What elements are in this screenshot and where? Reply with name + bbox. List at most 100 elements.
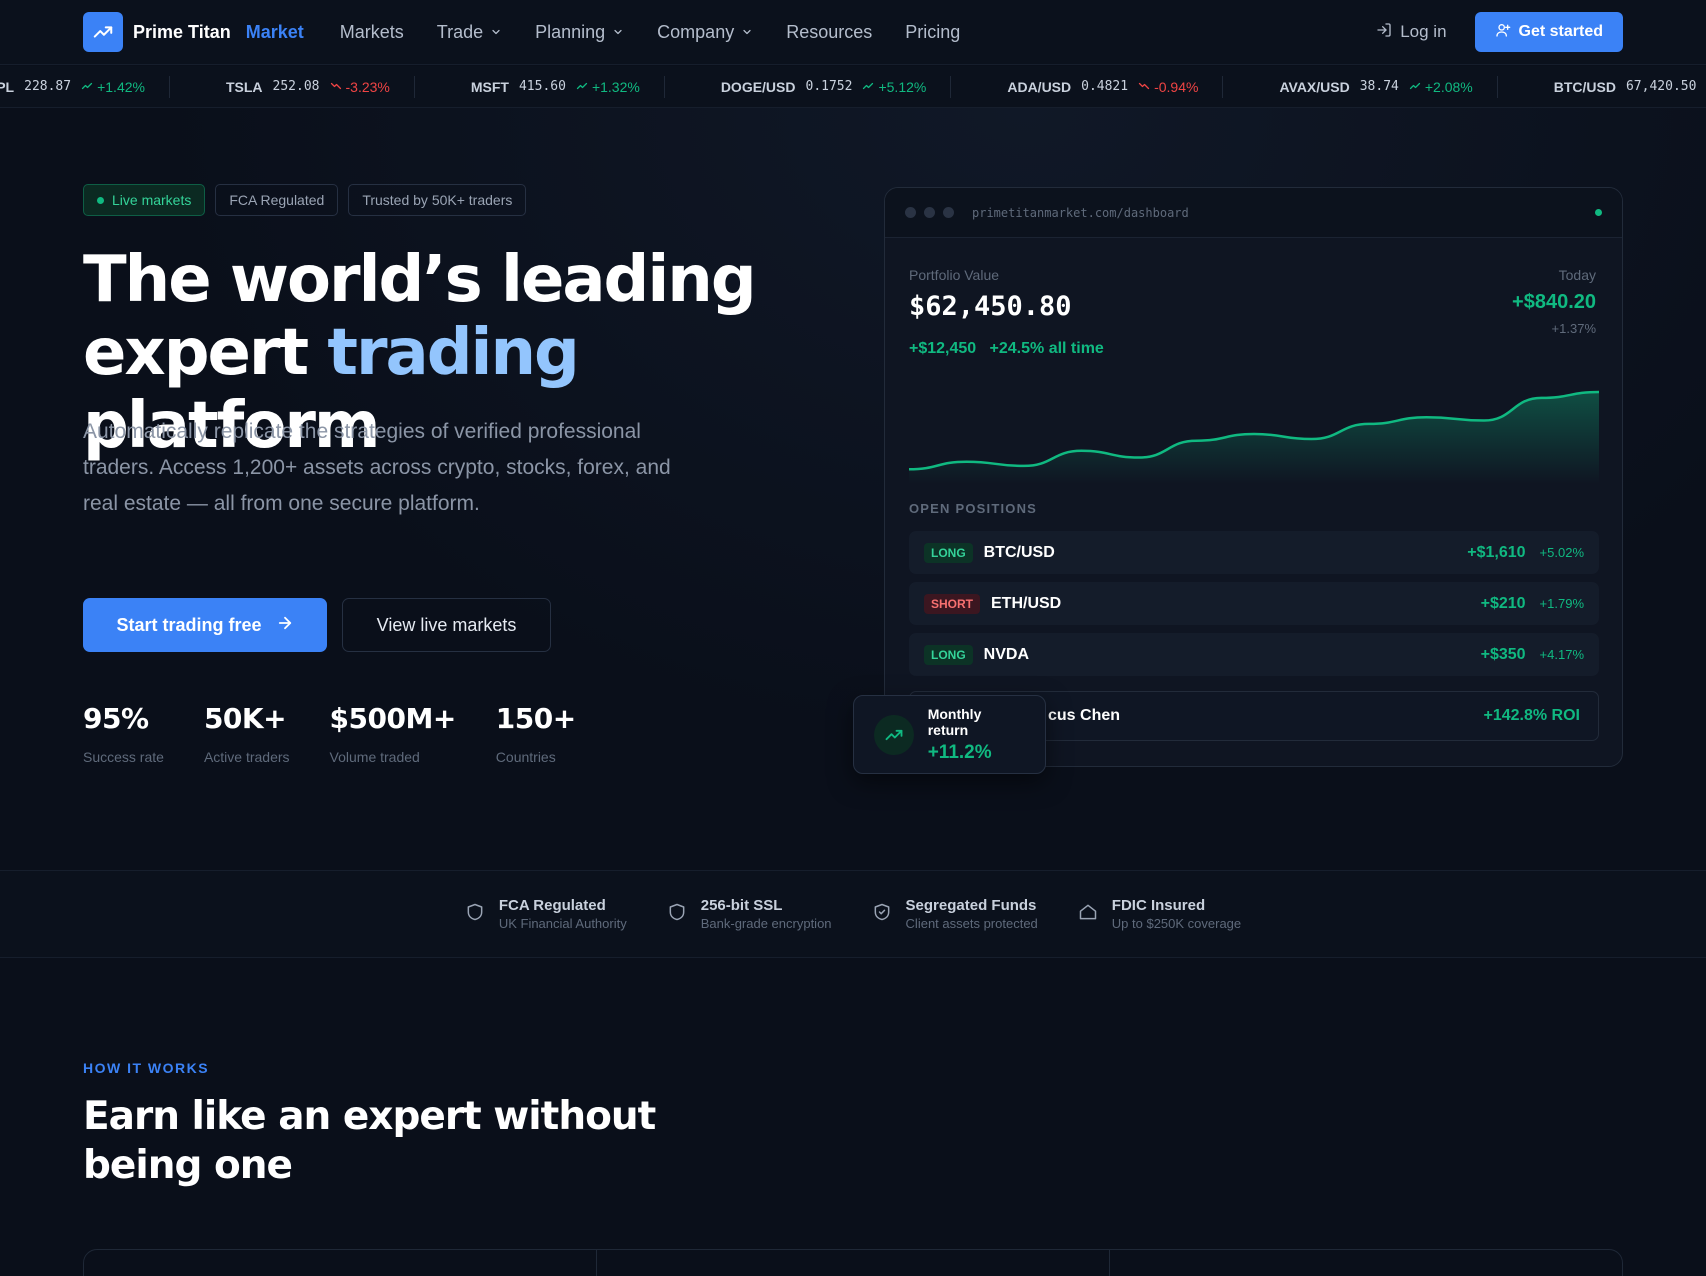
gain-absolute: +$12,450 bbox=[909, 340, 977, 357]
section-title: Earn like an expert without being one bbox=[83, 1094, 656, 1188]
nav-link-label: Pricing bbox=[905, 21, 961, 42]
nav-link-markets[interactable]: Markets bbox=[340, 22, 404, 43]
trusted-badge: Trusted by 50K+ traders bbox=[348, 184, 527, 216]
chevron-down-icon bbox=[741, 22, 753, 43]
nav-link-planning[interactable]: Planning bbox=[535, 22, 624, 43]
stat-value: $500M+ bbox=[329, 702, 457, 735]
ticker-price: 0.4821 bbox=[1081, 79, 1129, 94]
ticker-change: +1.42% bbox=[81, 79, 145, 95]
ticker-symbol: TSLA bbox=[225, 78, 263, 95]
headline-word-trading: trading bbox=[327, 316, 579, 390]
shield-check-icon bbox=[872, 902, 892, 927]
ticker-price: 252.08 bbox=[272, 79, 320, 94]
nav-link-pricing[interactable]: Pricing bbox=[905, 22, 960, 43]
shield-icon bbox=[465, 902, 485, 927]
window-dot bbox=[924, 207, 935, 218]
ticker-price: 0.1752 bbox=[805, 79, 853, 94]
stat-block: 150+ Countries bbox=[496, 702, 576, 765]
live-dot-icon bbox=[97, 196, 104, 204]
steps-grid bbox=[83, 1249, 1623, 1276]
stat-label: Active traders bbox=[203, 749, 290, 765]
headline-word-expert: expert bbox=[83, 316, 309, 390]
stat-block: 50K+ Active traders bbox=[204, 702, 290, 765]
stat-block: $500M+ Volume traded bbox=[329, 702, 457, 765]
ticker-price: 38.74 bbox=[1359, 79, 1399, 94]
ticker-change: +1.32% bbox=[576, 79, 640, 95]
hero-badges: Live markets FCA Regulated Trusted by 50… bbox=[83, 184, 527, 216]
trader-name: cus Chen bbox=[1048, 707, 1121, 724]
trend-up-icon bbox=[83, 12, 123, 52]
position-side-badge: LONG bbox=[924, 542, 973, 563]
position-percent: +5.02% bbox=[1539, 545, 1584, 560]
shield-icon bbox=[667, 902, 687, 927]
ticker-item[interactable]: AAPL 228.87 +1.42% bbox=[0, 75, 170, 98]
nav-actions: Log in Get started bbox=[1376, 12, 1623, 52]
monthly-return-card: Monthly return +11.2% bbox=[853, 695, 1046, 774]
top-nav: Prime Titan Market Markets Trade Planning C… bbox=[0, 0, 1706, 65]
brand-logo[interactable]: Prime Titan Market bbox=[83, 12, 304, 52]
nav-links: Markets Trade Planning Company Resources Pric… bbox=[340, 22, 961, 43]
trust-title: Segregated Funds bbox=[905, 897, 1037, 914]
landing-page: Prime Titan Market Markets Trade Planning C… bbox=[0, 0, 1706, 1276]
headline-line-1: The world’s leading bbox=[83, 243, 757, 317]
nav-link-label: Resources bbox=[786, 21, 873, 42]
portfolio-gain: +$12,450 +24.5% all time bbox=[909, 340, 1104, 358]
position-symbol: ETH/USD bbox=[991, 594, 1062, 612]
position-pnl: +$210 bbox=[1480, 594, 1526, 612]
login-link[interactable]: Log in bbox=[1376, 22, 1447, 43]
ticker-change: -0.94% bbox=[1138, 79, 1198, 95]
trend-up-icon bbox=[1409, 79, 1421, 95]
ticker-change-value: +2.08% bbox=[1424, 78, 1473, 95]
ticker-change-value: +1.42% bbox=[97, 78, 145, 95]
position-pnl: +$350 bbox=[1480, 645, 1526, 663]
nav-link-resources[interactable]: Resources bbox=[786, 22, 872, 43]
position-percent: +1.79% bbox=[1539, 596, 1584, 611]
monthly-return-label: Monthly return bbox=[927, 705, 982, 738]
nav-link-trade[interactable]: Trade bbox=[437, 22, 502, 43]
ticker-item[interactable]: TSLA 252.08 -3.23% bbox=[170, 75, 415, 98]
ticker-change-value: +1.32% bbox=[591, 78, 640, 95]
trust-subtitle: Up to $250K coverage bbox=[1111, 916, 1242, 931]
login-icon bbox=[1376, 22, 1392, 43]
trust-title: FCA Regulated bbox=[498, 897, 606, 914]
user-plus-icon bbox=[1495, 22, 1511, 43]
today-percent: +1.37% bbox=[1551, 321, 1596, 336]
ticker-item[interactable]: AVAX/USD 38.74 +2.08% bbox=[1223, 75, 1498, 98]
home-icon bbox=[1078, 902, 1098, 927]
stat-value: 95% bbox=[83, 702, 149, 735]
ticker-symbol: MSFT bbox=[470, 78, 509, 95]
ticker-item[interactable]: DOGE/USD 0.1752 +5.12% bbox=[665, 75, 952, 98]
badge-label: Live markets bbox=[112, 192, 192, 208]
open-positions-label: OPEN POSITIONS bbox=[909, 501, 1038, 516]
nav-link-label: Company bbox=[657, 21, 735, 42]
trust-text: Segregated Funds Client assets protected bbox=[906, 897, 1038, 931]
start-trading-button[interactable]: Start trading free bbox=[83, 598, 327, 652]
ticker-symbol: ADA/USD bbox=[1007, 78, 1072, 95]
position-row[interactable]: LONG BTC/USD +$1,610 +5.02% bbox=[909, 531, 1599, 574]
trust-item: FCA Regulated UK Financial Authority bbox=[465, 897, 627, 931]
portfolio-value: $62,450.80 bbox=[909, 291, 1072, 322]
brand-accent: Market bbox=[245, 21, 304, 42]
hero-stats: 95% Success rate 50K+ Active traders $500M+ V… bbox=[83, 702, 576, 765]
position-row[interactable]: SHORT ETH/USD +$210 +1.79% bbox=[909, 582, 1599, 625]
today-value: +$840.20 bbox=[1512, 291, 1596, 313]
nav-link-company[interactable]: Company bbox=[657, 22, 753, 43]
url-bar: primetitanmarket.com/dashboard bbox=[972, 205, 1189, 220]
trend-up-icon bbox=[862, 79, 874, 95]
get-started-button[interactable]: Get started bbox=[1474, 12, 1623, 52]
ticker-item[interactable]: ADA/USD 0.4821 -0.94% bbox=[951, 75, 1224, 98]
hero-description: Automatically replicate the strategies o… bbox=[83, 420, 671, 515]
ticker-item[interactable]: MSFT 415.60 +1.32% bbox=[415, 75, 665, 98]
chevron-down-icon bbox=[490, 22, 502, 43]
trend-down-icon bbox=[330, 79, 342, 95]
ticker-price: 228.87 bbox=[24, 79, 72, 94]
position-percent: +4.17% bbox=[1539, 647, 1584, 662]
view-markets-button[interactable]: View live markets bbox=[342, 598, 551, 652]
ticker-item[interactable]: BTC/USD 67,420.50 bbox=[1498, 76, 1706, 98]
trust-text: 256-bit SSL Bank-grade encryption bbox=[701, 897, 832, 931]
stat-value: 150+ bbox=[495, 702, 576, 735]
chart-area bbox=[909, 392, 1599, 484]
position-row[interactable]: LONG NVDA +$350 +4.17% bbox=[909, 633, 1599, 676]
today-label: Today bbox=[1558, 267, 1596, 283]
trust-title: 256-bit SSL bbox=[700, 897, 783, 914]
